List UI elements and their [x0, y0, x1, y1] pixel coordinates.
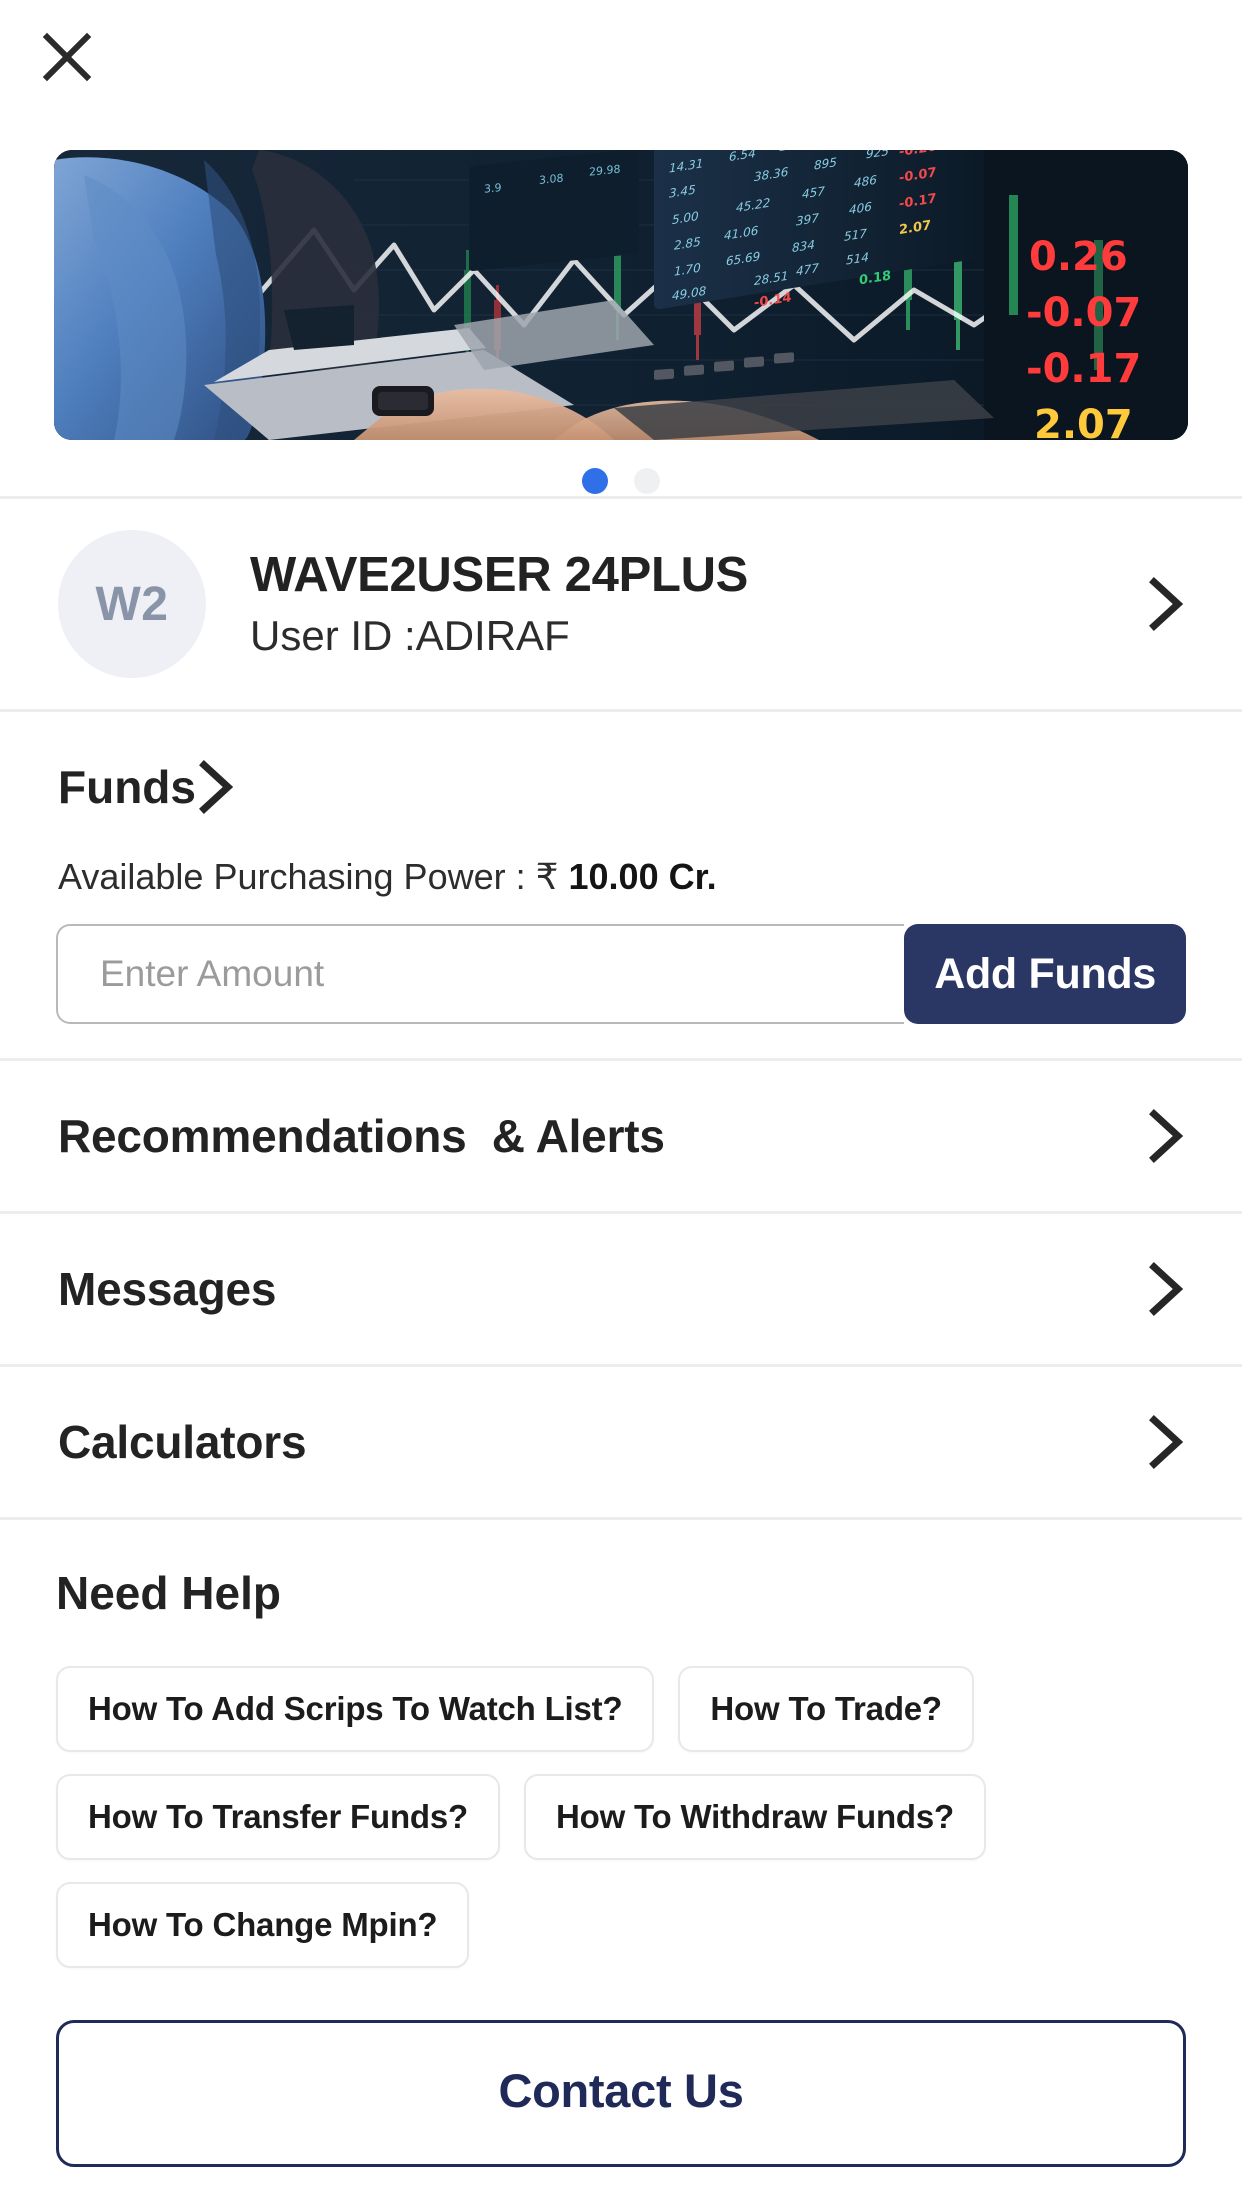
avatar: W2 — [58, 530, 206, 678]
svg-text:3.08: 3.08 — [539, 171, 563, 187]
profile-text: WAVE2USER 24PLUS User ID :ADIRAF — [250, 547, 748, 662]
help-chip-add-scrips[interactable]: How To Add Scrips To Watch List? — [56, 1666, 655, 1752]
menu-label-messages: Messages — [58, 1263, 277, 1315]
menu-label-recommendations-alerts: Recommendations & Alerts — [58, 1110, 665, 1162]
purchasing-power-label: Available Purchasing Power : ₹ — [58, 856, 569, 897]
sidebar-item-messages[interactable]: Messages — [0, 1214, 1242, 1364]
sidebar-item-recommendations-alerts[interactable]: Recommendations & Alerts — [0, 1061, 1242, 1211]
funds-section: Funds Available Purchasing Power : ₹ 10.… — [0, 712, 1242, 1058]
add-funds-button[interactable]: Add Funds — [904, 924, 1186, 1024]
purchasing-power-line: Available Purchasing Power : ₹ 10.00 Cr. — [0, 856, 1242, 898]
carousel-dot-2[interactable] — [634, 468, 660, 494]
carousel-dots[interactable] — [54, 466, 1188, 496]
promo-carousel[interactable]: 3.9 3.08 29.98 3.17 13.8 3.08 215 — [0, 130, 1242, 496]
menu-label-calculators: Calculators — [58, 1416, 307, 1468]
chevron-right-icon[interactable] — [1146, 1108, 1186, 1164]
chevron-right-icon[interactable] — [1146, 1261, 1186, 1317]
account-menu-screen: 3.9 3.08 29.98 3.17 13.8 3.08 215 — [0, 0, 1242, 2208]
svg-text:0.26: 0.26 — [1029, 234, 1128, 280]
chevron-right-icon[interactable] — [1146, 1414, 1186, 1470]
funds-header-row[interactable]: Funds — [0, 712, 1242, 862]
purchasing-power-value: 10.00 Cr. — [568, 856, 717, 897]
help-chip-withdraw-funds[interactable]: How To Withdraw Funds? — [524, 1774, 986, 1860]
profile-user-id: User ID :ADIRAF — [250, 611, 570, 659]
svg-text:3.9: 3.9 — [484, 181, 501, 196]
svg-text:-0.07: -0.07 — [1026, 290, 1141, 336]
add-funds-form: Add Funds — [56, 924, 1186, 1024]
help-chip-transfer-funds[interactable]: How To Transfer Funds? — [56, 1774, 500, 1860]
need-help-section: Need Help How To Add Scrips To Watch Lis… — [0, 1520, 1242, 1968]
top-bar — [0, 0, 1242, 130]
close-icon[interactable] — [38, 28, 96, 86]
profile-row[interactable]: W2 WAVE2USER 24PLUS User ID :ADIRAF — [0, 499, 1242, 709]
sidebar-item-calculators[interactable]: Calculators — [0, 1367, 1242, 1517]
need-help-title: Need Help — [56, 1567, 281, 1619]
help-chip-how-to-trade[interactable]: How To Trade? — [678, 1666, 974, 1752]
chevron-right-icon[interactable] — [196, 759, 236, 815]
svg-text:2.07: 2.07 — [1034, 402, 1133, 440]
carousel-dot-1[interactable] — [582, 468, 608, 494]
help-chip-list: How To Add Scrips To Watch List? How To … — [56, 1666, 1186, 1968]
svg-text:-0.17: -0.17 — [1026, 346, 1141, 392]
amount-input[interactable] — [56, 924, 905, 1024]
help-chip-change-mpin[interactable]: How To Change Mpin? — [56, 1882, 470, 1968]
promo-banner-image[interactable]: 3.9 3.08 29.98 3.17 13.8 3.08 215 — [54, 150, 1188, 440]
profile-name: WAVE2USER 24PLUS — [250, 547, 749, 602]
funds-title: Funds — [58, 761, 196, 813]
chevron-right-icon[interactable] — [1146, 576, 1186, 632]
contact-us-wrap: Contact Us — [0, 1968, 1242, 2167]
contact-us-button[interactable]: Contact Us — [56, 2020, 1186, 2167]
